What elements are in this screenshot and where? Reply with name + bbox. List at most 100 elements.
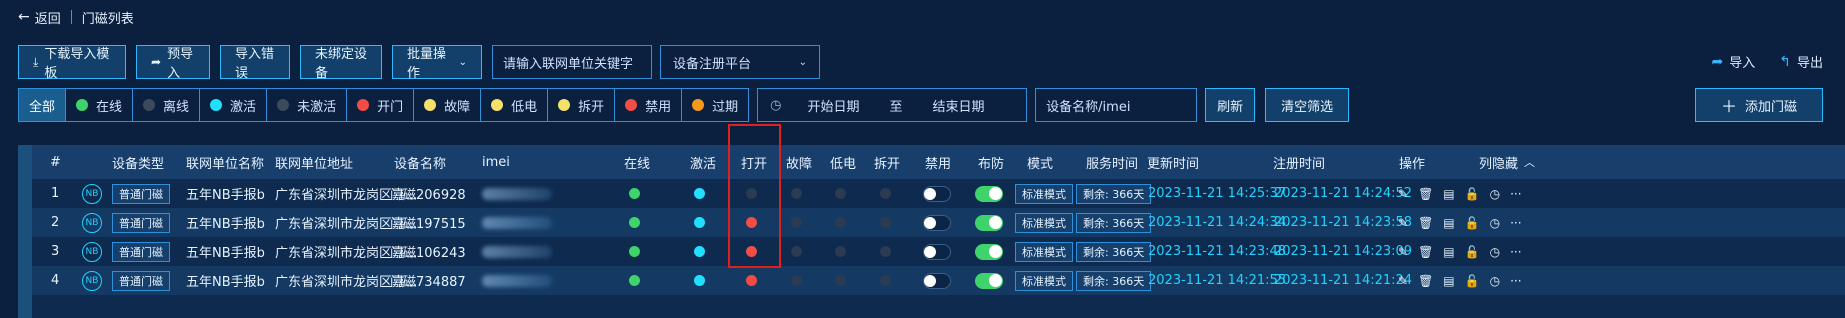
delete-icon[interactable]: 🗑 — [1418, 245, 1433, 259]
registered-time: 2023-11-21 14:24:52 — [1274, 186, 1413, 201]
filter-offline[interactable]: 离线 — [133, 89, 201, 121]
edit-icon[interactable]: ✎ — [1398, 274, 1408, 288]
device-type: 普通门磁 — [112, 208, 170, 237]
download-template-button[interactable]: ⤓ 下载导入模板 — [18, 45, 126, 81]
nb-icon: NB — [82, 270, 102, 291]
table-row[interactable]: 2 NB 普通门磁 五年NB手报b 广东省深圳市龙岗区嘉... 门磁197515… — [32, 208, 1845, 237]
status-dot-icon — [558, 99, 571, 111]
status-dot-icon — [791, 246, 802, 257]
tamper-status — [880, 237, 891, 266]
lock-icon[interactable]: 🔓 — [1465, 187, 1480, 201]
filter-label: 故障 — [444, 99, 471, 115]
end-date: 结束日期 — [932, 99, 985, 115]
platform-select[interactable]: 设备注册平台 ⌄ — [660, 45, 820, 79]
filter-label: 禁用 — [645, 99, 672, 115]
service-badge: 剩余: 366天 — [1076, 241, 1152, 262]
date-range-picker[interactable]: ◷ 开始日期 至 结束日期 — [757, 88, 1028, 122]
batch-ops-button[interactable]: 批量操作 ⌄ — [392, 45, 482, 81]
filter-disabled[interactable]: 禁用 — [615, 89, 683, 121]
arm-toggle[interactable] — [975, 179, 1003, 208]
document-icon[interactable]: ▤ — [1443, 216, 1454, 230]
status-dot-icon — [694, 246, 705, 257]
more-icon[interactable]: ··· — [1510, 187, 1521, 201]
col-header-type: 设备类型 — [112, 156, 165, 172]
history-icon[interactable]: ◷ — [1490, 216, 1500, 230]
more-icon[interactable]: ··· — [1510, 274, 1521, 288]
service-time: 剩余: 366天 — [1076, 237, 1152, 266]
status-dot-icon — [880, 275, 891, 286]
edit-icon[interactable]: ✎ — [1398, 187, 1408, 201]
disable-toggle[interactable] — [923, 208, 951, 237]
import-export-links: ➦ 导入 ↰ 导出 — [1688, 52, 1824, 72]
delete-icon[interactable]: 🗑 — [1418, 216, 1433, 230]
add-door-sensor-button[interactable]: ＋ 添加门磁 — [1695, 88, 1823, 122]
filter-active[interactable]: 激活 — [200, 89, 268, 121]
filter-tamper[interactable]: 拆开 — [548, 89, 616, 121]
history-icon[interactable]: ◷ — [1490, 187, 1500, 201]
arm-toggle[interactable] — [975, 237, 1003, 266]
document-icon[interactable]: ▤ — [1443, 274, 1454, 288]
nb-badge: NB — [82, 237, 102, 266]
disable-toggle[interactable] — [923, 266, 951, 295]
filter-inactive[interactable]: 未激活 — [267, 89, 348, 121]
filter-online[interactable]: 在线 — [66, 89, 134, 121]
filter-expired[interactable]: 过期 — [682, 89, 748, 121]
clear-filters-button[interactable]: 清空筛选 — [1265, 88, 1350, 122]
col-header-ops: 操作 — [1399, 156, 1426, 172]
mode-badge: 标准模式 — [1015, 212, 1073, 233]
keyword-input[interactable]: 请输入联网单位关键字 — [492, 45, 652, 79]
lock-icon[interactable]: 🔓 — [1465, 216, 1480, 230]
unit-name: 五年NB手报b — [186, 217, 265, 232]
edit-icon[interactable]: ✎ — [1398, 216, 1408, 230]
service-time: 剩余: 366天 — [1076, 179, 1152, 208]
lock-icon[interactable]: 🔓 — [1465, 245, 1480, 259]
filter-low-battery[interactable]: 低电 — [481, 89, 549, 121]
table-row[interactable]: 1 NB 普通门磁 五年NB手报b 广东省深圳市龙岗区嘉... 门磁206928… — [32, 179, 1845, 208]
filter-all[interactable]: 全部 — [19, 89, 67, 121]
lock-icon[interactable]: 🔓 — [1465, 274, 1480, 288]
device-type: 普通门磁 — [112, 237, 170, 266]
filter-fault[interactable]: 故障 — [414, 89, 482, 121]
col-hide-toggle[interactable]: 列隐藏 ︿ — [1479, 145, 1535, 179]
mode: 标准模式 — [1015, 179, 1073, 208]
open-status — [746, 266, 757, 295]
status-dot-icon — [76, 99, 89, 111]
arm-toggle[interactable] — [975, 208, 1003, 237]
filter-label: 低电 — [511, 99, 538, 115]
filter-open[interactable]: 开门 — [347, 89, 415, 121]
edit-icon[interactable]: ✎ — [1398, 245, 1408, 259]
tamper-status — [880, 179, 891, 208]
table-row[interactable]: 4 NB 普通门磁 五年NB手报b 广东省深圳市龙岗区嘉... 门磁734887… — [32, 266, 1845, 295]
back-link[interactable]: ← 返回 — [18, 8, 61, 27]
chevron-up-icon: ︿ — [1524, 156, 1536, 169]
disable-toggle[interactable] — [923, 179, 951, 208]
redaction-blur — [482, 187, 552, 200]
device-search-input[interactable]: 设备名称/imei — [1035, 88, 1198, 122]
history-icon[interactable]: ◷ — [1490, 245, 1500, 259]
document-icon[interactable]: ▤ — [1443, 187, 1454, 201]
device-type-badge: 普通门磁 — [112, 270, 170, 291]
more-icon[interactable]: ··· — [1510, 216, 1521, 230]
updated-time: 2023-11-21 14:23:48 — [1148, 244, 1287, 259]
table-row[interactable]: 3 NB 普通门磁 五年NB手报b 广东省深圳市龙岗区嘉... 门磁106243… — [32, 237, 1845, 266]
status-dot-icon — [791, 275, 802, 286]
refresh-button[interactable]: 刷新 — [1205, 88, 1256, 122]
pre-import-button[interactable]: ➦ 预导入 — [136, 45, 210, 81]
online-status — [629, 266, 640, 295]
more-icon[interactable]: ··· — [1510, 245, 1521, 259]
delete-icon[interactable]: 🗑 — [1418, 187, 1433, 201]
disable-toggle[interactable] — [923, 237, 951, 266]
status-dot-icon — [835, 217, 846, 228]
document-icon[interactable]: ▤ — [1443, 245, 1454, 259]
import-link[interactable]: ➦ 导入 — [1712, 52, 1756, 72]
export-link[interactable]: ↰ 导出 — [1779, 52, 1823, 72]
delete-icon[interactable]: 🗑 — [1418, 274, 1433, 288]
filter-label: 拆开 — [578, 99, 605, 115]
unbound-devices-button[interactable]: 未绑定设备 — [300, 45, 382, 81]
filter-label: 激活 — [230, 99, 257, 115]
service-time: 剩余: 366天 — [1076, 266, 1152, 295]
arm-toggle[interactable] — [975, 266, 1003, 295]
history-icon[interactable]: ◷ — [1490, 274, 1500, 288]
import-errors-button[interactable]: 导入错误 — [220, 45, 290, 81]
status-filters: 全部 在线 离线 激活 未激活 开门 故障 低电 拆开 禁用 过期 — [18, 88, 750, 122]
